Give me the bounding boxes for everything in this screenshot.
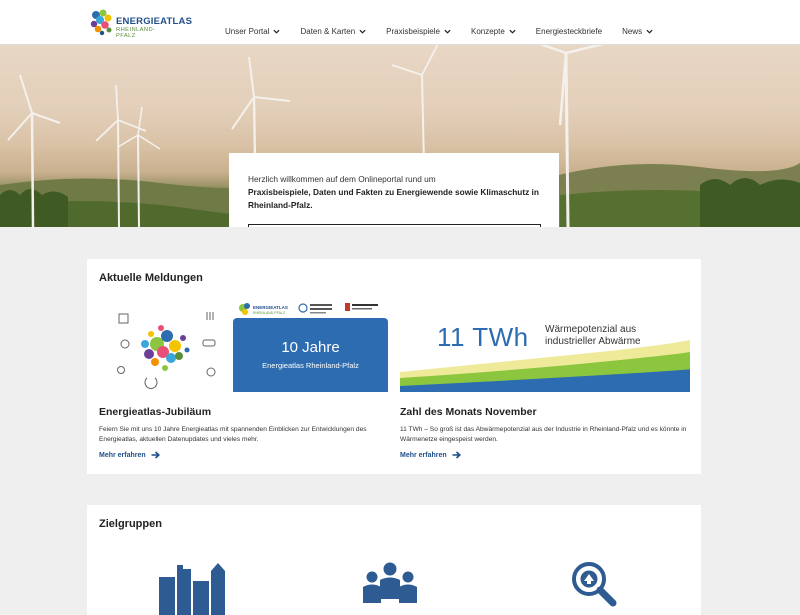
welcome-text: Herzlich willkommen auf dem Onlineportal… [248,173,548,212]
energy-infographic-icon [117,312,216,389]
news-section-title: Aktuelle Meldungen [99,272,203,284]
nav-item-energiesteckbriefe[interactable]: Energiesteckbriefe [536,24,602,38]
read-more-link[interactable]: Mehr erfahren [99,451,389,459]
news-item-jubilaeum[interactable]: ENERGIEATLAS RHEINLAND-PFALZ 10 Jahre En… [99,300,389,459]
chevron-down-icon [273,29,281,34]
news-heading[interactable]: Energieatlas-Jubiläum [99,406,389,418]
chevron-down-icon [509,29,516,34]
arrow-right-icon [151,451,160,459]
jubilaeum-image: ENERGIEATLAS RHEINLAND-PFALZ 10 Jahre En… [99,300,389,392]
nav-item-label: Daten & Karten [300,26,356,36]
nav-item-label: Unser Portal [225,26,270,36]
nav-item-news[interactable]: News [622,24,653,38]
partner-logo-title: ENERGIEATLAS [253,305,288,310]
welcome-highlight: Praxisbeispiele, Daten und Fakten zu Ene… [248,187,539,210]
twh-subline: Wärmepotenzial aus industrieller Abwärme [545,324,641,347]
read-more-label: Mehr erfahren [400,451,447,459]
jubilaeum-banner-title: 10 Jahre [281,339,340,356]
jubilaeum-banner: 10 Jahre Energieatlas Rheinland-Pfalz [233,318,388,392]
site-header: ENERGIEATLAS RHEINLAND-PFALZ Unser Porta… [0,0,800,45]
nav-item-label: News [622,26,643,36]
energieatlas-logo-icon [90,9,112,36]
read-more-label: Mehr erfahren [99,451,146,459]
arrow-right-icon [452,451,461,459]
partner-logo-subtitle: RHEINLAND-PFALZ [253,311,286,315]
nav-item-praxisbeispiele[interactable]: Praxisbeispiele [386,24,451,38]
zahl-des-monats-image: 11 TWh Wärmepotenzial aus industrieller … [400,300,690,392]
main-navigation: Unser Portal Daten & Karten Praxisbeispi… [225,24,673,38]
nav-item-daten-karten[interactable]: Daten & Karten [300,24,366,38]
citizens-icon[interactable] [359,561,421,615]
jubilaeum-banner-subtitle: Energieatlas Rheinland-Pfalz [262,361,359,370]
news-description: Feiern Sie mit uns 10 Jahre Energieatlas… [99,426,367,443]
news-heading[interactable]: Zahl des Monats November [400,406,690,418]
logo-subtitle: RHEINLAND-PFALZ [116,27,156,39]
energieatlas-logo[interactable]: ENERGIEATLAS RHEINLAND-PFALZ [88,7,192,39]
chevron-down-icon [646,29,653,34]
municipality-icon[interactable] [157,555,229,615]
target-groups-title: Zielgruppen [99,518,162,530]
nav-item-konzepte[interactable]: Konzepte [471,24,516,38]
hero-banner: Herzlich willkommen auf dem Onlineportal… [0,45,800,227]
nav-item-label: Praxisbeispiele [386,26,440,36]
topic-search-box[interactable] [248,224,541,227]
read-more-link[interactable]: Mehr erfahren [400,451,690,459]
nav-item-label: Konzepte [470,26,505,36]
nav-item-unser-portal[interactable]: Unser Portal [225,24,281,38]
welcome-panel: Herzlich willkommen auf dem Onlineportal… [229,153,559,227]
chevron-down-icon [444,29,451,34]
news-item-zahl-des-monats[interactable]: 11 TWh Wärmepotenzial aus industrieller … [400,300,690,459]
partner-logos-icon: ENERGIEATLAS RHEINLAND-PFALZ [239,303,378,315]
information-search-icon[interactable] [569,559,621,615]
news-description: 11 TWh – So groß ist das Abwärmepotenzia… [400,426,687,443]
news-section: Aktuelle Meldungen ENERGIEATLAS RHEINLAN… [87,259,701,474]
logo-title: ENERGIEATLAS [116,16,193,27]
twh-headline: 11 TWh [437,322,529,352]
welcome-intro: Herzlich willkommen auf dem Onlineportal… [248,174,436,184]
target-groups-section: Zielgruppen [87,505,701,615]
nav-item-label: Energiesteckbriefe [535,26,603,36]
chevron-down-icon [359,29,366,34]
